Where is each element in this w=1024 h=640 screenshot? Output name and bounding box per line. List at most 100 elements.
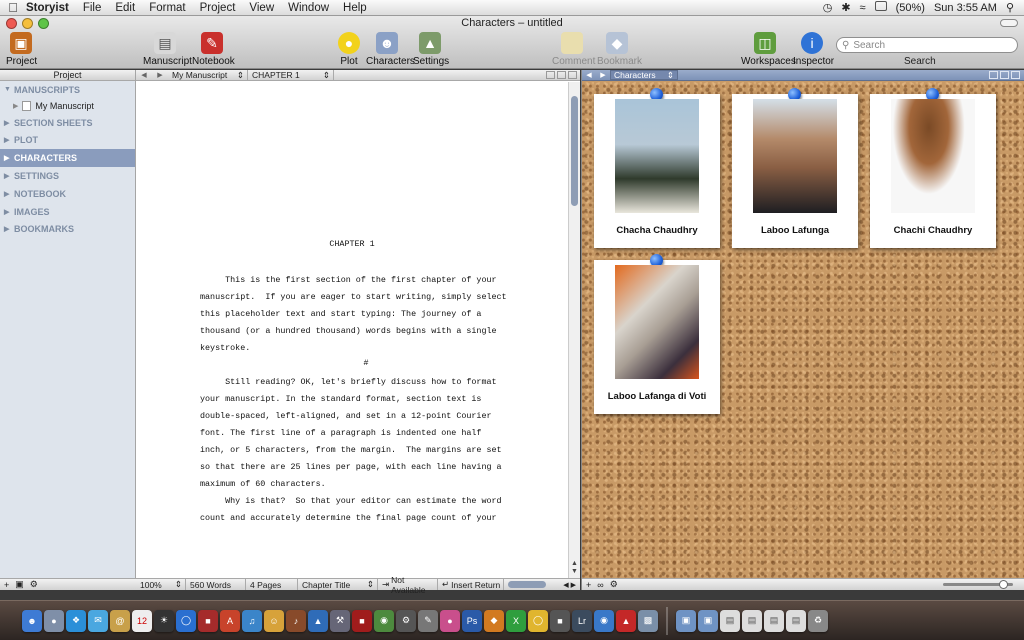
finder-icon[interactable]: ☻ [22,609,42,632]
vertical-scrollbar[interactable]: ▲ ▼ [568,82,580,578]
sidebar-item-section-sheets[interactable]: ▶ SECTION SHEETS [0,114,135,132]
menu-view[interactable]: View [249,2,274,14]
view-mode-button[interactable] [1000,71,1009,79]
character-card[interactable]: Laboo Lafunga [732,88,858,248]
app-icon[interactable]: ☀ [154,609,174,632]
battery-icon[interactable] [874,1,887,14]
document-icon[interactable]: ▤ [764,609,784,632]
comment-button[interactable]: Comment [552,32,595,67]
app-icon[interactable]: ◯ [528,609,548,632]
sidebar-item-plot[interactable]: ▶ PLOT [0,132,135,150]
workspaces-button[interactable]: ◫ Workspaces [741,32,796,67]
app-icon[interactable]: ☺ [264,609,284,632]
plot-button[interactable]: ● Plot [337,32,361,67]
app-menu[interactable]: Storyist [26,2,69,14]
section-popup[interactable]: CHAPTER 1 ⇕ [248,70,334,80]
menu-format[interactable]: Format [149,2,185,14]
view-mode-button[interactable] [989,71,998,79]
photoshop-icon[interactable]: Ps [462,609,482,632]
disclosure-closed-icon[interactable]: ▶ [4,136,10,144]
character-card[interactable]: Chacha Chaudhry [594,88,720,248]
app-icon[interactable]: ■ [550,609,570,632]
add-icon[interactable]: + [4,580,9,590]
sidebar-item-bookmarks[interactable]: ▶ BOOKMARKS [0,221,135,239]
document-icon[interactable]: ▤ [720,609,740,632]
scroll-thumb[interactable] [571,96,578,206]
apple-menu-icon[interactable]:  [0,0,26,15]
clock[interactable]: Sun 3:55 AM [934,2,997,14]
app-icon[interactable]: ■ [198,609,218,632]
itunes-icon[interactable]: ♫ [242,609,262,632]
mail-icon[interactable]: ✉ [88,609,108,632]
folder-icon[interactable]: ▣ [698,609,718,632]
address-book-icon[interactable]: @ [110,609,130,632]
document-icon[interactable]: ▤ [786,609,806,632]
add-icon[interactable]: + [586,580,591,590]
view-mode-button[interactable] [568,71,577,79]
app-icon[interactable]: ◉ [594,609,614,632]
sidebar-item-notebook[interactable]: ▶ NOTEBOOK [0,185,135,203]
zoom-popup[interactable]: 100% ⇕ [136,579,186,590]
app-icon[interactable]: ◉ [374,609,394,632]
scroll-arrows-icon[interactable]: ◀ ▶ [563,581,580,589]
document-popup[interactable]: My Manuscript ⇕ [168,70,248,80]
app-icon[interactable]: ♪ [286,609,306,632]
disclosure-open-icon[interactable]: ▼ [4,86,11,93]
sidebar-item-my-manuscript[interactable]: ▶ My Manuscript [0,99,135,114]
slider-knob[interactable] [999,580,1008,589]
lightroom-icon[interactable]: Lr [572,609,592,632]
disclosure-closed-icon[interactable]: ▶ [4,208,10,216]
bluetooth-icon[interactable]: ✱ [841,1,850,14]
pdf-icon[interactable]: A [220,609,240,632]
disclosure-closed-icon[interactable]: ▶ [4,172,10,180]
app-icon[interactable]: ● [440,609,460,632]
menu-project[interactable]: Project [200,2,236,14]
forward-arrow-icon[interactable]: ▶ [152,71,168,79]
spotlight-icon[interactable]: ⚲ [1006,1,1014,14]
card-size-slider[interactable] [943,580,1013,589]
dashboard-icon[interactable]: ● [44,609,64,632]
folder-icon[interactable]: ▣ [676,609,696,632]
forward-arrow-icon[interactable]: ▶ [596,71,610,79]
scroll-arrows-icon[interactable]: ▲ ▼ [571,560,578,576]
disclosure-closed-icon[interactable]: ▶ [4,154,10,162]
horizontal-scroll-thumb[interactable] [508,581,546,588]
menu-help[interactable]: Help [343,2,367,14]
style-popup[interactable]: Chapter Title ⇕ [298,579,378,590]
gear-icon[interactable]: ⚙ [30,579,38,590]
notebook-button[interactable]: ✎ Notebook [192,32,235,67]
excel-icon[interactable]: X [506,609,526,632]
app-icon[interactable]: ⚙ [396,609,416,632]
menu-file[interactable]: File [83,2,102,14]
app-icon[interactable]: ▩ [638,609,658,632]
sidebar-item-settings[interactable]: ▶ SETTINGS [0,167,135,185]
manuscript-page[interactable]: CHAPTER 1 This is the first section of t… [136,82,568,578]
search-input[interactable]: ⚲ Search [836,37,1018,53]
app-icon[interactable]: ✎ [418,609,438,632]
sidebar-item-manuscripts[interactable]: ▼ MANUSCRIPTS [0,81,135,99]
sidebar-item-characters[interactable]: ▶ CHARACTERS [0,149,135,168]
sidebar-item-images[interactable]: ▶ IMAGES [0,203,135,221]
disclosure-closed-icon[interactable]: ▶ [13,102,18,110]
bookmark-button[interactable]: ◆ Bookmark [597,32,642,67]
acrobat-icon[interactable]: ▲ [616,609,636,632]
app-icon[interactable]: ▲ [308,609,328,632]
trash-icon[interactable]: ♻ [808,609,828,632]
characters-button[interactable]: ☻ Characters [366,32,415,67]
globe-icon[interactable]: ◯ [176,609,196,632]
tools-icon[interactable]: ⚒ [330,609,350,632]
view-mode-button[interactable] [557,71,566,79]
link-icon[interactable]: ∞ [597,580,603,590]
document-icon[interactable]: ▤ [742,609,762,632]
back-arrow-icon[interactable]: ◀ [582,71,596,79]
settings-button[interactable]: ▲ Settings [413,32,449,67]
view-mode-button[interactable] [546,71,555,79]
gear-icon[interactable]: ⚙ [610,579,618,590]
corkboard-popup[interactable]: Characters ⇕ [610,70,678,80]
inspector-button[interactable]: i Inspector [793,32,834,67]
disclosure-closed-icon[interactable]: ▶ [4,190,10,198]
menu-window[interactable]: Window [288,2,329,14]
view-mode-button[interactable] [1011,71,1020,79]
app-icon[interactable]: ■ [352,609,372,632]
project-button[interactable]: ▣ Project [6,32,37,67]
